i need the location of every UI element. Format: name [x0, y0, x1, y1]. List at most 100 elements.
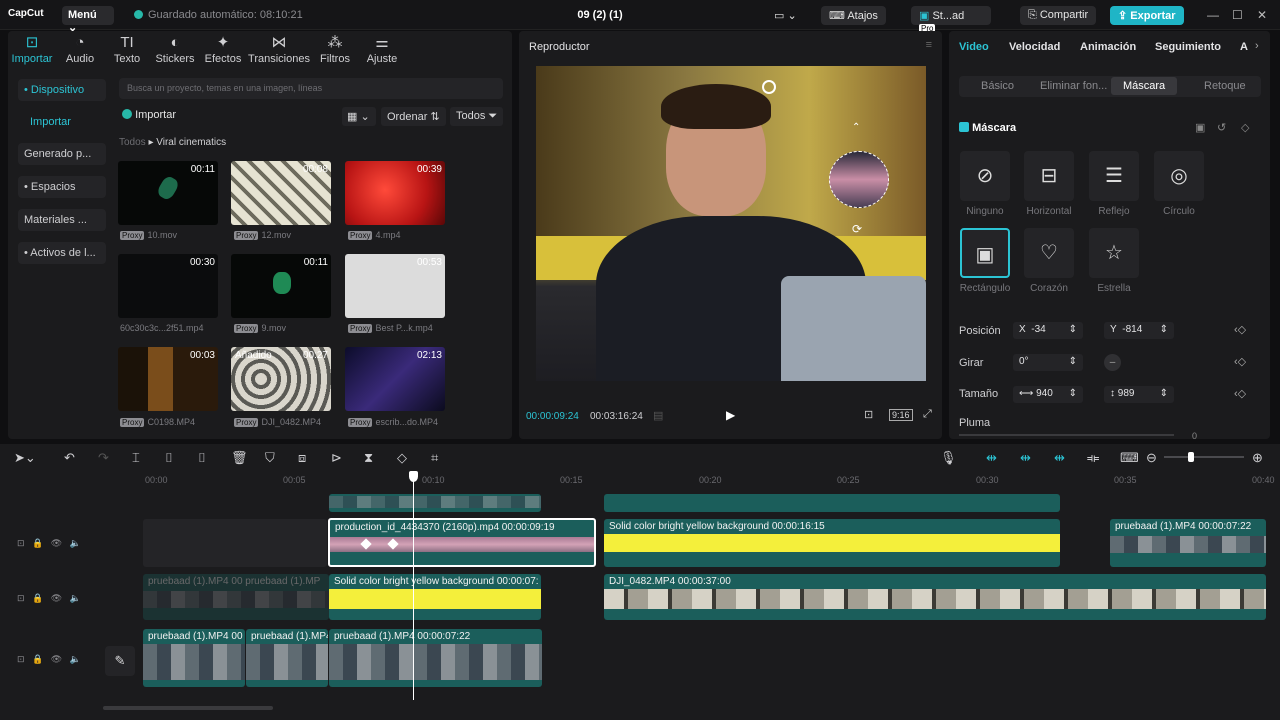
rotate-field[interactable]: 0° ⇕ [1013, 354, 1083, 371]
track-controls[interactable]: ⊡ 🔒 👁 🔈 [17, 538, 81, 549]
reverse-icon[interactable]: ⊳ [331, 450, 342, 466]
tab-stickers[interactable]: ◐ Stickers [152, 33, 198, 65]
ratio-button[interactable]: 9:16 [889, 409, 913, 421]
mask-rectangle[interactable]: ▣ [960, 228, 1010, 278]
shortcuts-button[interactable]: ⌨ Atajos [821, 6, 886, 25]
import-button[interactable]: Importar [122, 109, 176, 121]
height-field[interactable]: ↕ 989 ⇕ [1104, 386, 1174, 403]
rotate-tool-icon[interactable]: ◇ [397, 450, 407, 466]
mask-none[interactable]: ⊘ [960, 151, 1010, 201]
split-icon[interactable]: ⌶ [132, 450, 140, 466]
rotate-icon[interactable]: ⟳ [852, 222, 862, 236]
freeze-icon[interactable]: ⧈ [298, 450, 306, 466]
tab-more[interactable]: A [1240, 41, 1248, 53]
view-toggle-button[interactable]: ▦ ⌄ [342, 107, 376, 126]
preview-axis-icon[interactable]: ⇹ [1054, 450, 1065, 466]
split-screen-icon[interactable]: ⟚ [1087, 450, 1099, 466]
timeline-clip[interactable]: pruebaad (1).MP4 00:00:07:22 [1110, 519, 1266, 567]
mask-star[interactable]: ☆ [1089, 228, 1139, 278]
mask-mirror[interactable]: ☰ [1089, 151, 1139, 201]
zoom-slider[interactable] [1164, 452, 1244, 462]
microphone-icon[interactable]: 🎙 [940, 450, 957, 466]
anchor-handle-icon[interactable] [762, 80, 776, 94]
timeline-grid-icon[interactable]: ▤ [653, 409, 663, 422]
sidebar-item-import[interactable]: Importar [18, 111, 106, 133]
copy-icon[interactable]: ▣ [1195, 121, 1205, 134]
zoom-out-icon[interactable]: ⊖ [1146, 450, 1157, 466]
tab-transitions[interactable]: ⋈ Transiciones [248, 33, 310, 65]
crop-icon[interactable]: ⌗ [431, 450, 438, 466]
play-icon[interactable]: ▶ [726, 408, 735, 422]
media-item[interactable]: 00:30 [118, 254, 218, 318]
keyframe-icon[interactable]: ◇ [1241, 121, 1249, 134]
tab-video[interactable]: Video [959, 41, 989, 53]
zoom-handle[interactable] [1188, 452, 1194, 462]
sort-button[interactable]: Ordenar ⇅ [381, 107, 446, 126]
tab-speed[interactable]: Velocidad [1009, 41, 1060, 53]
tab-tracking[interactable]: Seguimiento [1155, 41, 1221, 53]
timeline-clip[interactable]: Solid color bright yellow background 00:… [329, 574, 541, 620]
split-right-icon[interactable]: ⌷ [198, 450, 206, 466]
subtab-mask[interactable]: Máscara [1111, 77, 1178, 95]
subtab-remove-bg[interactable]: Eliminar fon... [1040, 80, 1107, 92]
feather-slider[interactable] [959, 434, 1174, 436]
media-item[interactable]: 00:11 [118, 161, 218, 225]
timeline-clip[interactable]: pruebaad (1).MP4 00 [143, 629, 245, 687]
link-icon[interactable]: ⇹ [1020, 450, 1031, 466]
media-item[interactable]: 02:13 [345, 347, 445, 411]
width-field[interactable]: ⟷ 940 ⇕ [1013, 386, 1083, 403]
redo-icon[interactable]: ↷ [98, 450, 109, 466]
sidebar-item-assets[interactable]: • Activos de l... [18, 242, 106, 264]
tab-filters[interactable]: ⁂ Filtros [316, 33, 354, 65]
close-icon[interactable]: ✕ [1257, 8, 1267, 22]
media-item[interactable]: 00:03 [118, 347, 218, 411]
media-item[interactable]: 00:53 [345, 254, 445, 318]
timeline-clip[interactable]: DJI_0482.MP4 00:00:37:00 [604, 574, 1266, 620]
mask-heart[interactable]: ♡ [1024, 228, 1074, 278]
fit-icon[interactable]: ⊡ [864, 408, 873, 421]
menu-button[interactable]: Menú ⌄ [62, 6, 114, 34]
export-button[interactable]: ⇪ Exportar [1110, 6, 1184, 25]
fullscreen-icon[interactable]: ⤢ [923, 408, 932, 421]
chevron-right-icon[interactable]: › [1255, 40, 1259, 52]
rotate-keyframe-icon[interactable]: ‹◇ [1234, 355, 1246, 368]
position-y-field[interactable]: Y -814 ⇕ [1104, 322, 1174, 339]
reset-icon[interactable]: ↺ [1217, 121, 1226, 134]
sidebar-item-spaces[interactable]: • Espacios [18, 176, 106, 198]
subtitle-icon[interactable]: ⌨ [1120, 450, 1139, 466]
edit-cover-icon[interactable]: ✎ [105, 646, 135, 676]
size-keyframe-icon[interactable]: ‹◇ [1234, 387, 1246, 400]
magnet-icon[interactable]: ⇹ [986, 450, 997, 466]
filter-button[interactable]: Todos ⏷ [450, 107, 504, 126]
mask-circle[interactable] [829, 151, 889, 208]
video-preview[interactable]: ⌃ ⟳ [536, 66, 926, 381]
playhead[interactable] [413, 474, 414, 700]
tab-import[interactable]: ⊡ Importar [10, 33, 54, 65]
hamburger-icon[interactable]: ≡ [926, 39, 932, 51]
tab-animation[interactable]: Animación [1080, 41, 1136, 53]
horizontal-scrollbar[interactable] [103, 706, 273, 710]
timeline[interactable]: 00:00 00:05 00:10 00:15 00:20 00:25 00:3… [0, 470, 1280, 720]
position-keyframe-icon[interactable]: ‹◇ [1234, 323, 1246, 336]
marker-icon[interactable]: ⛉ [265, 450, 275, 466]
mask-horizontal[interactable]: ⊟ [1024, 151, 1074, 201]
track-controls[interactable]: ⊡ 🔒 👁 🔈 [17, 654, 81, 665]
media-item[interactable]: 00:11 [231, 254, 331, 318]
mask-circle-option[interactable]: ◎ [1154, 151, 1204, 201]
studio-button[interactable]: ▣ St...ad Pro [911, 6, 991, 33]
project-title[interactable]: 09 (2) (1) [560, 9, 640, 21]
delete-icon[interactable]: 🗑 [231, 450, 248, 466]
timeline-clip[interactable]: Solid color bright yellow background 00:… [604, 519, 1060, 567]
position-x-field[interactable]: X -34 ⇕ [1013, 322, 1083, 339]
minimize-icon[interactable]: — [1207, 8, 1219, 22]
tab-adjust[interactable]: ⚌ Ajuste [362, 33, 402, 65]
maximize-icon[interactable]: ☐ [1232, 8, 1243, 22]
expand-icon[interactable]: ⌃ [852, 122, 860, 133]
split-left-icon[interactable]: ⌷ [165, 450, 173, 466]
track-controls[interactable]: ⊡ 🔒 👁 🔈 [17, 593, 81, 604]
tab-text[interactable]: TI Texto [108, 33, 146, 65]
search-input[interactable]: Busca un proyecto, temas en una imagen, … [119, 78, 503, 99]
tab-audio[interactable]: ◔ Audio [60, 33, 100, 65]
timeline-clip[interactable]: pruebaad (1).MP4 00:00:07:22 [329, 629, 542, 687]
timeline-clip[interactable]: pruebaad (1).MP4 [246, 629, 328, 687]
